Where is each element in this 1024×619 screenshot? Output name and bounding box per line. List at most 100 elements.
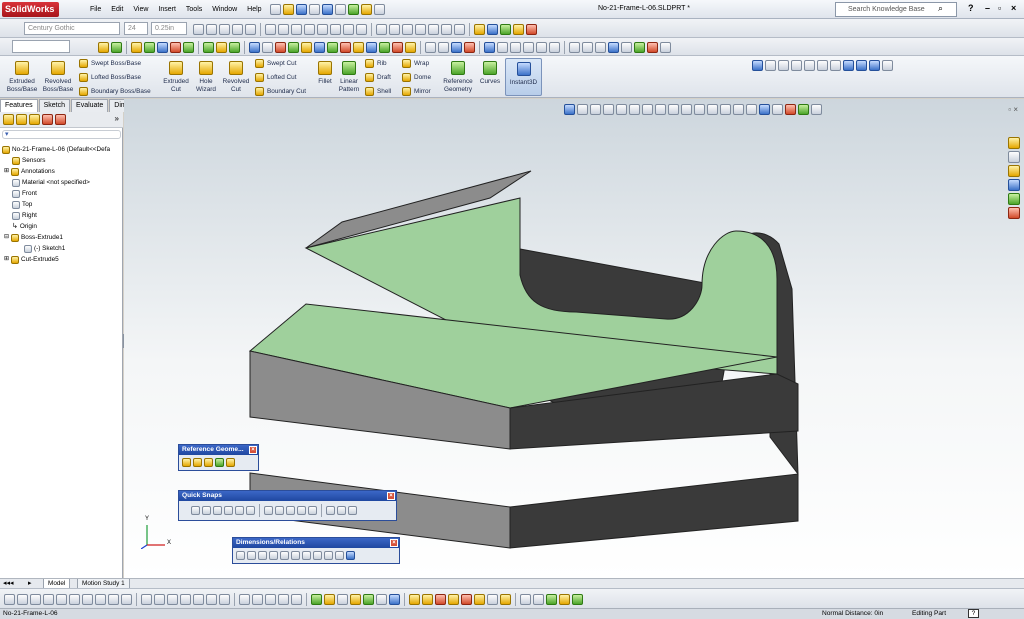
- numbering-icon[interactable]: [330, 24, 341, 35]
- parallel-snap-icon[interactable]: [286, 506, 295, 515]
- file-explorer-icon[interactable]: [1008, 165, 1020, 177]
- rapid-sketch-icon[interactable]: [389, 594, 400, 605]
- midpoint-snap-icon[interactable]: [213, 506, 222, 515]
- trimetric-view-icon[interactable]: [856, 60, 867, 71]
- rib-button[interactable]: Rib: [365, 59, 387, 68]
- move-entities-icon[interactable]: [180, 594, 191, 605]
- undo-icon[interactable]: [322, 4, 333, 15]
- hole-wizard-button[interactable]: Hole Wizard: [192, 59, 220, 94]
- curve-icon[interactable]: [229, 42, 240, 53]
- split-line-icon[interactable]: [559, 594, 570, 605]
- sheet-metal-icon[interactable]: [435, 594, 446, 605]
- copy-entities-icon[interactable]: [219, 594, 230, 605]
- section-icon[interactable]: [288, 42, 299, 53]
- layer-select[interactable]: [12, 40, 70, 53]
- linear-pattern-button[interactable]: Linear Pattern: [336, 59, 362, 94]
- tab-features[interactable]: Features: [0, 99, 38, 112]
- surfaces-icon[interactable]: [461, 594, 472, 605]
- quick-snaps-icon[interactable]: [376, 594, 387, 605]
- font-icon[interactable]: [193, 24, 204, 35]
- close-icon[interactable]: ×: [249, 446, 257, 454]
- chamfer-dimension-icon[interactable]: [291, 551, 300, 560]
- smart-dimension-icon[interactable]: [487, 24, 498, 35]
- instant3d-button[interactable]: Instant3D: [505, 58, 542, 96]
- intersection-curve-icon[interactable]: [252, 594, 263, 605]
- tree-item-front-plane[interactable]: Front: [0, 188, 123, 199]
- relation-icon[interactable]: [500, 24, 511, 35]
- fully-define-sketch-icon[interactable]: [313, 551, 322, 560]
- sensor-icon[interactable]: [340, 42, 351, 53]
- bottom-view-icon[interactable]: [830, 60, 841, 71]
- sigma-icon[interactable]: [314, 42, 325, 53]
- center-point-snap-icon[interactable]: [202, 506, 211, 515]
- point-snap-icon[interactable]: [191, 506, 200, 515]
- close-icon[interactable]: ×: [1011, 3, 1016, 13]
- dimxpert-manager-icon[interactable]: [42, 114, 53, 125]
- revolved-boss-button[interactable]: Revolved Boss/Base: [40, 59, 76, 94]
- appearances-icon[interactable]: [1008, 193, 1020, 205]
- search-icon[interactable]: ⌕: [938, 3, 943, 14]
- notes-icon[interactable]: [513, 24, 524, 35]
- boundary-boss-button[interactable]: Boundary Boss/Base: [79, 87, 151, 96]
- measure-icon[interactable]: [249, 42, 260, 53]
- tree-root[interactable]: No-21-Frame-L-06 (Default<<Defa: [0, 144, 123, 155]
- line-icon[interactable]: [4, 594, 15, 605]
- loft-icon[interactable]: [183, 42, 194, 53]
- tree-item-top-plane[interactable]: Top: [0, 199, 123, 210]
- display-relations-icon[interactable]: [335, 551, 344, 560]
- tree-item-origin[interactable]: ↳ Origin: [0, 221, 123, 232]
- rotate-entities-icon[interactable]: [193, 594, 204, 605]
- view-palette-icon[interactable]: [1008, 179, 1020, 191]
- layout-icon[interactable]: [402, 24, 413, 35]
- mass-props-icon[interactable]: [275, 42, 286, 53]
- extrude-icon[interactable]: [144, 42, 155, 53]
- sheet-icon[interactable]: [415, 24, 426, 35]
- weldments-icon[interactable]: [409, 594, 420, 605]
- view-settings-icon[interactable]: [660, 42, 671, 53]
- grid-snap-icon[interactable]: [337, 506, 346, 515]
- angle-snap-icon[interactable]: [348, 506, 357, 515]
- select-filter-icon[interactable]: [451, 42, 462, 53]
- point-icon[interactable]: [215, 458, 224, 467]
- menu-tools[interactable]: Tools: [181, 4, 207, 16]
- feature-tree-icon[interactable]: [3, 114, 14, 125]
- dimensions-relations-toolbar-title[interactable]: Dimensions/Relations ×: [233, 538, 399, 548]
- delete-face-icon[interactable]: [533, 594, 544, 605]
- tree-item-material[interactable]: Material <not specified>: [0, 177, 123, 188]
- offset-icon[interactable]: [141, 594, 152, 605]
- ordinate-dimension-icon[interactable]: [280, 551, 289, 560]
- arc-icon[interactable]: [43, 594, 54, 605]
- render-icon[interactable]: [392, 42, 403, 53]
- text-icon[interactable]: [324, 594, 335, 605]
- view-selector-icon[interactable]: [882, 60, 893, 71]
- mirror-icon[interactable]: [216, 42, 227, 53]
- close-icon[interactable]: ×: [387, 492, 395, 500]
- ruler-icon[interactable]: [262, 42, 273, 53]
- rotate-icon[interactable]: [595, 42, 606, 53]
- equation-icon[interactable]: [327, 42, 338, 53]
- select-icon[interactable]: [335, 4, 346, 15]
- outdent-icon[interactable]: [356, 24, 367, 35]
- sketch-fillet-icon[interactable]: [95, 594, 106, 605]
- sketch-picture-icon[interactable]: [311, 594, 322, 605]
- zoom-fit-icon[interactable]: [569, 42, 580, 53]
- vertical-dimension-icon[interactable]: [258, 551, 267, 560]
- spline-icon[interactable]: [69, 594, 80, 605]
- underline-icon[interactable]: [232, 24, 243, 35]
- horizontal-snap-icon[interactable]: [297, 506, 306, 515]
- bold-icon[interactable]: [206, 24, 217, 35]
- font-size-select[interactable]: 24: [124, 22, 148, 35]
- tree-filter-input[interactable]: ▾: [2, 130, 121, 139]
- circle-icon[interactable]: [30, 594, 41, 605]
- simulation-icon[interactable]: [379, 42, 390, 53]
- shadows-icon[interactable]: [549, 42, 560, 53]
- hidden-lines-icon[interactable]: [510, 42, 521, 53]
- tree-item-sensors[interactable]: Sensors: [0, 155, 123, 166]
- strikethrough-icon[interactable]: [245, 24, 256, 35]
- polygon-icon[interactable]: [56, 594, 67, 605]
- save-icon[interactable]: [296, 4, 307, 15]
- menu-file[interactable]: File: [85, 4, 106, 16]
- views-icon[interactable]: [621, 42, 632, 53]
- macro-icon[interactable]: [526, 24, 537, 35]
- right-view-icon[interactable]: [804, 60, 815, 71]
